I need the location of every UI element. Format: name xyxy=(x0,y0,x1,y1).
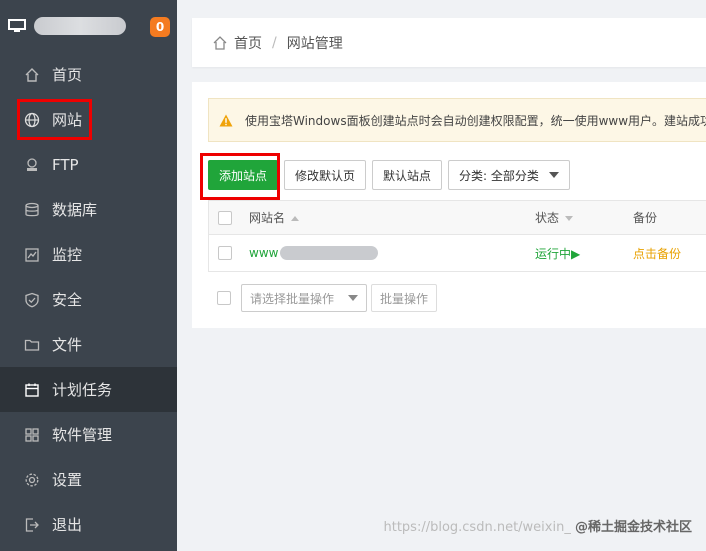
monitor-chart-icon xyxy=(24,247,40,263)
category-select-value: 分类: 全部分类 xyxy=(459,168,539,183)
sidebar-item-database[interactable]: 数据库 xyxy=(0,187,177,232)
site-name-link[interactable]: www xyxy=(249,246,379,260)
sidebar-item-label: FTP xyxy=(52,155,79,174)
batch-select-checkbox[interactable] xyxy=(217,291,231,305)
highlight-box-add-site xyxy=(200,153,280,200)
sidebar-item-label: 设置 xyxy=(52,471,83,489)
sidebar-item-label: 计划任务 xyxy=(52,381,113,399)
sidebar-item-logout[interactable]: 退出 xyxy=(0,502,177,547)
server-name-redacted xyxy=(34,17,126,35)
sidebar-item-ftp[interactable]: FTP xyxy=(0,142,177,187)
home-icon xyxy=(24,67,40,83)
calendar-icon xyxy=(24,382,40,398)
column-header-backup: 备份 xyxy=(633,211,658,225)
sidebar-item-label: 监控 xyxy=(52,246,83,264)
table-header: 网站名 状态 备份 xyxy=(208,201,706,235)
sidebar-item-label: 软件管理 xyxy=(52,426,113,444)
watermark-brand: @稀土掘金技术社区 xyxy=(574,520,692,535)
backup-link[interactable]: 点击备份 xyxy=(633,245,681,262)
site-management-panel: 使用宝塔Windows面板创建站点时会自动创建权限配置，统一使用www用户。建站… xyxy=(192,82,706,328)
sidebar-item-security[interactable]: 安全 xyxy=(0,277,177,322)
sidebar-item-label: 退出 xyxy=(52,516,83,534)
folder-icon xyxy=(24,337,40,353)
home-icon[interactable] xyxy=(212,35,228,51)
sidebar-item-cron[interactable]: 计划任务 xyxy=(0,367,177,412)
monitor-icon xyxy=(8,19,26,33)
site-name-prefix: www xyxy=(249,246,279,260)
ftp-icon xyxy=(24,157,40,173)
sidebar-item-label: 数据库 xyxy=(52,201,98,219)
sidebar-item-label: 文件 xyxy=(52,336,83,354)
highlight-box-website xyxy=(17,99,92,140)
shield-icon xyxy=(24,292,40,308)
sidebar-header: 0 xyxy=(0,0,177,52)
site-status-toggle[interactable]: 运行中▶ xyxy=(535,245,580,262)
breadcrumb-current: 网站管理 xyxy=(286,35,343,52)
notice-text: 使用宝塔Windows面板创建站点时会自动创建权限配置，统一使用www用户。建站… xyxy=(245,113,706,128)
table-row: www 运行中▶ 点击备份 xyxy=(208,235,706,272)
watermark-url: https://blog.csdn.net/weixin_ xyxy=(383,520,571,535)
select-all-checkbox[interactable] xyxy=(218,210,232,225)
sidebar: 0 首页 网站 FTP 数据库 监控 安全 文件 计划任务 软件管理 设置 退出 xyxy=(0,0,177,551)
chevron-down-icon xyxy=(548,172,559,178)
grid-icon xyxy=(24,427,40,443)
sidebar-item-home[interactable]: 首页 xyxy=(0,52,177,97)
row-checkbox[interactable] xyxy=(218,246,232,260)
watermark: https://blog.csdn.net/weixin_ @稀土掘金技术社区 xyxy=(383,516,692,535)
batch-operation-button[interactable]: 批量操作 xyxy=(371,284,438,312)
breadcrumb-separator: / xyxy=(272,34,277,51)
column-header-status[interactable]: 状态 xyxy=(535,209,574,226)
sidebar-item-label: 安全 xyxy=(52,291,83,309)
sidebar-item-settings[interactable]: 设置 xyxy=(0,457,177,502)
sidebar-item-software[interactable]: 软件管理 xyxy=(0,412,177,457)
sort-desc-icon xyxy=(565,216,574,221)
sidebar-item-files[interactable]: 文件 xyxy=(0,322,177,367)
batch-operation-select[interactable]: 请选择批量操作 xyxy=(241,284,367,312)
default-site-button[interactable]: 默认站点 xyxy=(372,160,443,190)
column-header-name[interactable]: 网站名 xyxy=(249,209,300,226)
sidebar-item-label: 首页 xyxy=(52,66,83,84)
column-header-name-label: 网站名 xyxy=(249,211,286,225)
modify-default-page-button[interactable]: 修改默认页 xyxy=(284,160,367,190)
batch-select-placeholder: 请选择批量操作 xyxy=(250,291,335,306)
site-table: 网站名 状态 备份 www 运行中▶ 点击备份 xyxy=(208,200,706,272)
category-select[interactable]: 分类: 全部分类 xyxy=(448,160,570,190)
notification-badge[interactable]: 0 xyxy=(150,17,170,37)
column-header-status-label: 状态 xyxy=(535,211,560,225)
database-icon xyxy=(24,202,40,218)
sidebar-item-monitor[interactable]: 监控 xyxy=(0,232,177,277)
sort-asc-icon xyxy=(291,216,300,221)
batch-bar: 请选择批量操作 批量操作 xyxy=(208,284,438,312)
breadcrumb: 首页 / 网站管理 xyxy=(192,18,706,67)
chevron-down-icon xyxy=(348,295,358,301)
logout-icon xyxy=(24,517,40,533)
gear-icon xyxy=(24,472,40,488)
site-name-redacted xyxy=(280,246,379,260)
warning-icon xyxy=(219,114,233,126)
notice-banner: 使用宝塔Windows面板创建站点时会自动创建权限配置，统一使用www用户。建站… xyxy=(208,98,706,142)
breadcrumb-home-link[interactable]: 首页 xyxy=(234,33,262,53)
